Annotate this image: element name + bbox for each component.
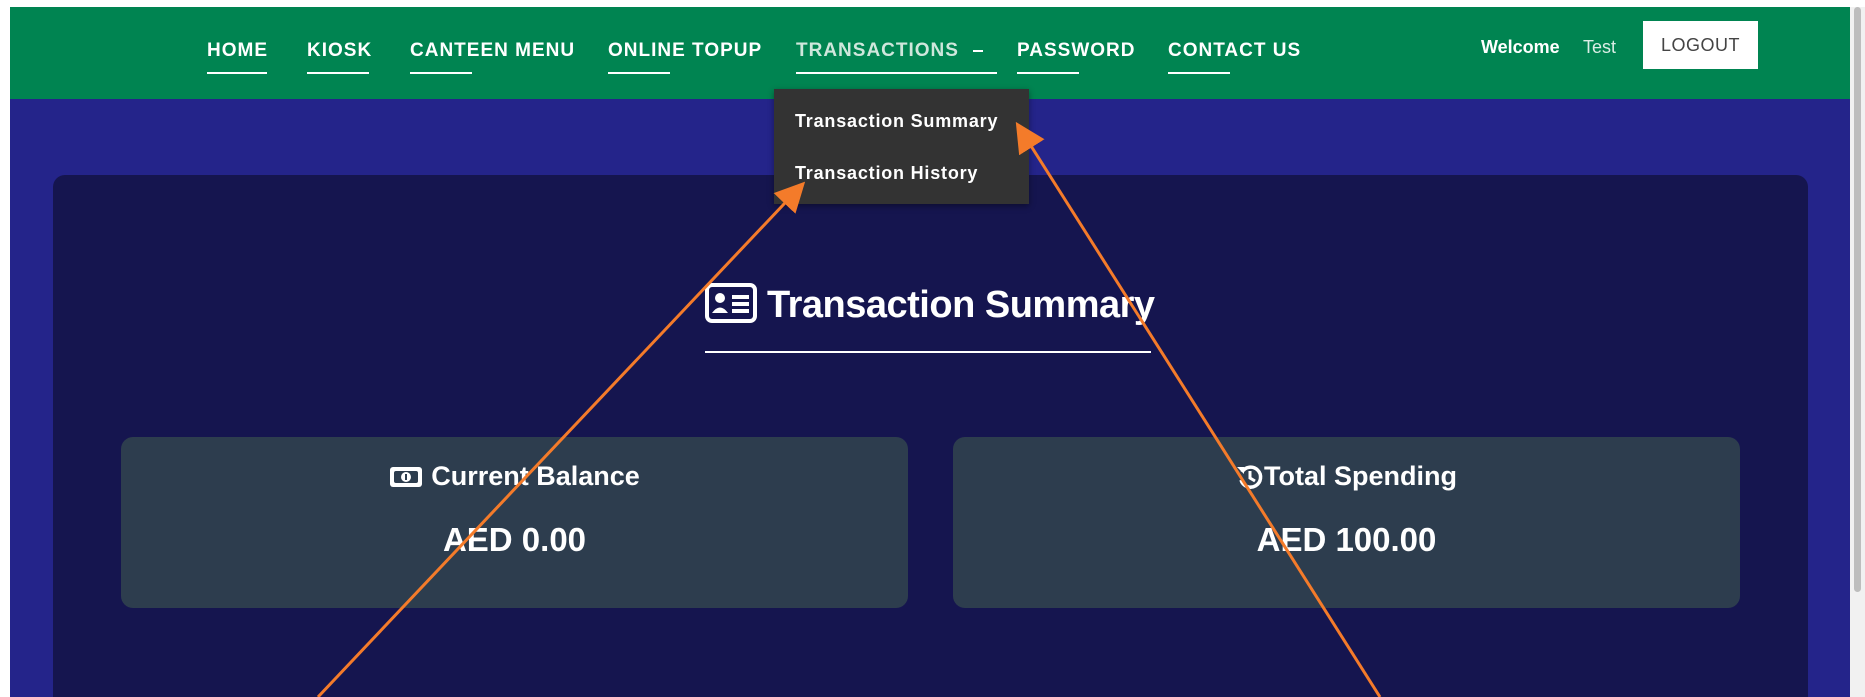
welcome-text: Welcome (1481, 37, 1560, 57)
page-title-text: Transaction Summary (767, 283, 1155, 326)
page-title: Transaction Summary (705, 280, 1155, 330)
nav-contact-us[interactable]: CONTACT US (1168, 40, 1302, 74)
username-text: Test (1583, 37, 1617, 57)
nav-canteen-menu-label: CANTEEN MENU (410, 40, 576, 61)
nav-underline (307, 72, 369, 74)
dropdown-item-transaction-history[interactable]: Transaction History (795, 163, 978, 184)
dropdown-item-transaction-summary[interactable]: Transaction Summary (795, 111, 998, 132)
dropdown-toggle-icon (972, 49, 983, 52)
nav-underline (1168, 72, 1230, 74)
nav-password-label: PASSWORD (1017, 40, 1136, 61)
nav-underline (1017, 72, 1079, 74)
title-underline (705, 351, 1151, 353)
summary-panel: Transaction Summary Current Balance AED … (53, 175, 1808, 697)
total-spending-card: Total Spending AED 100.00 (953, 437, 1740, 608)
top-navbar: HOME KIOSK CANTEEN MENU ONLINE TOPUP TRA… (10, 7, 1850, 99)
money-bill-icon (389, 466, 423, 488)
nav-home[interactable]: HOME (207, 40, 268, 74)
vertical-scrollbar[interactable] (1850, 7, 1865, 697)
nav-canteen-menu[interactable]: CANTEEN MENU (410, 40, 576, 74)
nav-underline (207, 72, 267, 74)
page: HOME KIOSK CANTEEN MENU ONLINE TOPUP TRA… (10, 7, 1850, 697)
card-label-row: Current Balance (121, 461, 908, 492)
nav-password[interactable]: PASSWORD (1017, 40, 1136, 74)
logout-button[interactable]: LOGOUT (1643, 21, 1758, 69)
nav-transactions[interactable]: TRANSACTIONS (796, 40, 997, 74)
total-spending-value: AED 100.00 (1256, 521, 1437, 558)
nav-contact-us-label: CONTACT US (1168, 40, 1302, 61)
nav-underline (608, 72, 670, 74)
nav-online-topup[interactable]: ONLINE TOPUP (608, 40, 763, 74)
nav-online-topup-label: ONLINE TOPUP (608, 40, 763, 61)
history-icon (1236, 463, 1264, 491)
current-balance-value: AED 0.00 (442, 521, 587, 558)
current-balance-card: Current Balance AED 0.00 (121, 437, 908, 608)
transactions-dropdown-menu: Transaction Summary Transaction History (774, 89, 1029, 204)
nav-underline (796, 72, 997, 74)
nav-transactions-label: TRANSACTIONS (796, 40, 959, 61)
id-card-icon (705, 283, 757, 327)
total-spending-label: Total Spending (1264, 461, 1457, 491)
nav-kiosk[interactable]: KIOSK (307, 40, 373, 74)
nav-underline (410, 72, 472, 74)
nav-kiosk-label: KIOSK (307, 40, 373, 61)
nav-home-label: HOME (207, 40, 268, 61)
current-balance-label: Current Balance (431, 461, 640, 491)
card-label-row: Total Spending (953, 461, 1740, 492)
scrollbar-thumb[interactable] (1854, 7, 1861, 592)
